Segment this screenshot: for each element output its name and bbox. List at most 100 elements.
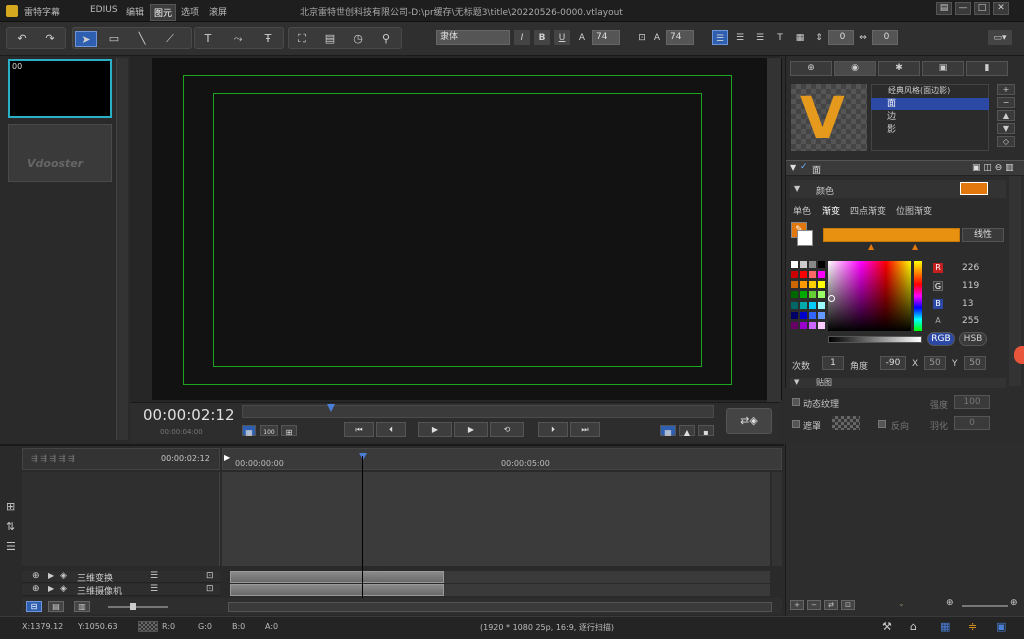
swatch-cell[interactable] xyxy=(800,311,807,319)
track-layers-icon[interactable]: ☰ xyxy=(6,540,16,553)
swatch-cell[interactable] xyxy=(800,281,807,289)
fit-view-icon[interactable]: ⊞ xyxy=(281,425,297,437)
swatch-cell[interactable] xyxy=(791,261,798,268)
gradient-type-select[interactable]: 线性 xyxy=(962,228,1004,242)
close-button[interactable]: ✕ xyxy=(993,2,1009,15)
clock-tool-icon[interactable]: ◷ xyxy=(347,31,369,47)
mask-checkbox[interactable] xyxy=(792,420,800,428)
zoom-slider[interactable] xyxy=(108,606,168,608)
align-right-icon[interactable]: ☰ xyxy=(752,30,768,45)
view-mode-b-icon[interactable]: ▤ xyxy=(48,601,64,612)
view-mode-3-icon[interactable]: ▪ xyxy=(698,425,714,437)
face-enabled-checkbox[interactable]: ✓ xyxy=(800,162,808,172)
keyframe-zoom-in-icon[interactable]: ⊕ xyxy=(1010,598,1018,608)
timeline-track-area[interactable] xyxy=(222,472,770,566)
swatch-cell[interactable] xyxy=(791,281,798,289)
prev-frame-button[interactable]: ⏴ xyxy=(376,422,406,437)
go-end-button[interactable]: ⏭ xyxy=(570,422,600,437)
alpha-slider[interactable] xyxy=(828,336,922,343)
text-tool-icon[interactable]: T xyxy=(197,31,219,47)
gradient-stop-icon[interactable]: ▲ xyxy=(912,242,918,251)
swatch-cell[interactable] xyxy=(800,321,807,329)
gradient-stop-icon[interactable]: ▲ xyxy=(868,242,874,251)
keyframe-chevron-icon[interactable]: ⌄ xyxy=(898,599,905,608)
r-channel-value[interactable]: 226 xyxy=(962,263,979,273)
safe-frame-toggle-icon[interactable]: ▦ xyxy=(242,425,256,437)
tab-gradient[interactable]: 渐变 xyxy=(822,204,840,217)
texture-section-header[interactable]: ▼ 贴图 xyxy=(790,378,1006,388)
panel-option-icons[interactable]: ▣ ◫ ⊖ ▥ xyxy=(972,163,1014,173)
underline-button[interactable]: U xyxy=(554,30,570,45)
color-collapse-icon[interactable]: ▼ xyxy=(794,184,800,193)
picker-cursor-icon[interactable] xyxy=(828,295,835,302)
font-select[interactable]: 隶体 xyxy=(436,30,510,45)
color-picker-field[interactable] xyxy=(828,261,911,331)
undo-icon[interactable]: ↶ xyxy=(11,31,33,47)
swatch-cell[interactable] xyxy=(791,311,798,319)
style-preset-name[interactable]: 经典风格(面边影) xyxy=(888,85,950,96)
swatch-cell[interactable] xyxy=(809,301,816,309)
swatch-cell[interactable] xyxy=(809,281,816,289)
settings-wrench-icon[interactable]: ⚒ xyxy=(882,620,892,633)
path-text-tool-icon[interactable]: ⤳ xyxy=(227,31,249,47)
maximize-button[interactable]: □ xyxy=(974,2,990,15)
select-tool-icon[interactable]: ➤ xyxy=(75,31,97,47)
style-layer-edge[interactable]: 边 xyxy=(871,111,989,123)
ruler-playhead-icon[interactable] xyxy=(359,453,367,460)
go-start-button[interactable]: ⏮ xyxy=(344,422,374,437)
monitor-icon[interactable]: ▭▾ xyxy=(988,30,1012,45)
tab-solid[interactable]: 单色 xyxy=(793,204,811,217)
swatch-cell[interactable] xyxy=(809,311,816,319)
a-channel-value[interactable]: 255 xyxy=(962,316,979,326)
style-layer-face[interactable]: 面 xyxy=(871,98,989,110)
lock-icon[interactable]: ⊡ xyxy=(636,30,648,45)
current-color-swatch[interactable] xyxy=(960,182,988,195)
align-center-icon[interactable]: ☰ xyxy=(732,30,748,45)
zoom-slider-handle-icon[interactable] xyxy=(130,603,136,610)
home-icon[interactable]: ⌂ xyxy=(910,620,917,633)
swatch-cell[interactable] xyxy=(818,291,825,299)
track-clip[interactable] xyxy=(230,571,444,583)
track-empty-area[interactable] xyxy=(444,571,770,583)
move-up-button[interactable]: ▲ xyxy=(997,110,1015,121)
layout-icon[interactable]: ▦ xyxy=(940,620,950,633)
view-mode-1-icon[interactable]: ▦ xyxy=(660,425,676,437)
swatch-cell[interactable] xyxy=(818,321,825,329)
intensity-input[interactable]: 100 xyxy=(954,395,990,409)
swatch-cell[interactable] xyxy=(809,291,816,299)
image-tool-icon[interactable]: ⛶ xyxy=(291,31,313,47)
track-lock-icon[interactable]: ⊡ xyxy=(206,571,214,581)
mask-preview[interactable] xyxy=(832,416,860,430)
swap-color-swatch[interactable] xyxy=(797,230,813,246)
track-expand-icon[interactable]: ▶ xyxy=(48,584,54,593)
menu-scroll[interactable]: 滚屏 xyxy=(209,5,227,18)
track-clip[interactable] xyxy=(230,584,444,596)
swatch-cell[interactable] xyxy=(800,261,807,268)
menu-options[interactable]: 选项 xyxy=(181,5,199,18)
swatch-cell[interactable] xyxy=(818,261,825,268)
count-input[interactable]: 1 xyxy=(822,356,844,370)
timeline-hscrollbar[interactable] xyxy=(228,602,772,612)
swatch-cell[interactable] xyxy=(818,311,825,319)
track-visibility-icon[interactable]: ⊕ xyxy=(32,584,40,594)
output-button[interactable]: ⇄◈ xyxy=(726,408,772,434)
menu-edit[interactable]: 编辑 xyxy=(126,5,144,18)
hue-slider[interactable] xyxy=(914,261,922,331)
polygon-tool-icon[interactable]: ⟋ xyxy=(159,31,181,47)
tab-style-icon[interactable]: ◉ xyxy=(834,61,876,76)
dynamic-texture-checkbox[interactable] xyxy=(792,398,800,406)
tab-extra-icon[interactable]: ▮ xyxy=(966,61,1008,76)
swatch-cell[interactable] xyxy=(791,321,798,329)
minimize-button[interactable]: — xyxy=(955,2,971,15)
bold-button[interactable]: B xyxy=(534,30,550,45)
swatch-cell[interactable] xyxy=(791,301,798,309)
rectangle-tool-icon[interactable]: ▭ xyxy=(103,31,125,47)
swatch-cell[interactable] xyxy=(800,271,807,279)
align-left-icon[interactable]: ☰ xyxy=(712,30,728,45)
tab-text-icon[interactable]: ▣ xyxy=(922,61,964,76)
track-menu-icon[interactable]: ☰ xyxy=(150,571,158,581)
view-mode-2-icon[interactable]: ▲ xyxy=(679,425,695,437)
timeline-ruler[interactable]: ▶ 00:00:00:00 00:00:05:00 xyxy=(222,448,782,470)
grid-icon[interactable]: ▦ xyxy=(792,30,808,45)
redo-icon[interactable]: ↷ xyxy=(39,31,61,47)
